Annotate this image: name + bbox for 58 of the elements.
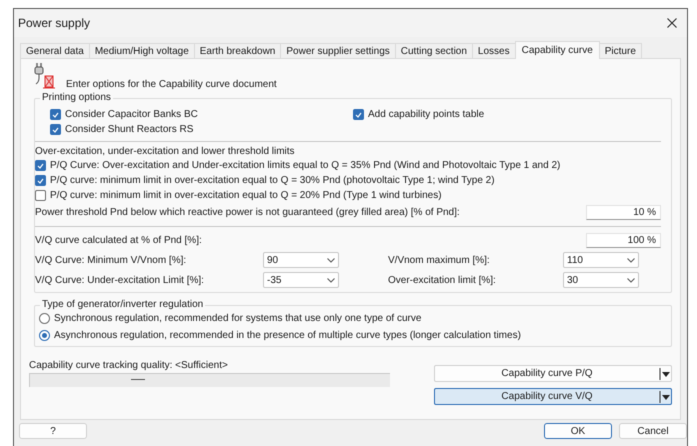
radio-button[interactable] <box>39 313 50 324</box>
checkbox[interactable] <box>353 109 364 120</box>
radio-button[interactable] <box>39 330 50 341</box>
field-label: V/Q Curve: Under-excitation Limit [%]: <box>35 274 205 286</box>
checkbox-label: Consider Shunt Reactors RS <box>65 124 194 135</box>
field-label: V/Q curve calculated at % of Pnd [%]: <box>35 235 202 246</box>
chevron-down-icon <box>327 278 335 282</box>
tab[interactable]: Cutting section <box>394 43 473 58</box>
chevron-down-icon <box>627 258 635 262</box>
field-label: Power threshold Pnd below which reactive power is not guaranteed (grey filled area) [% of Pnd]: <box>35 207 460 218</box>
tab[interactable]: Picture <box>598 43 642 58</box>
cancel-button[interactable]: Cancel <box>619 423 687 439</box>
plug-icon <box>34 62 58 90</box>
input-field[interactable]: 10 % <box>586 205 661 220</box>
tab[interactable]: Power supplier settings <box>280 43 396 58</box>
checkbox[interactable] <box>35 175 46 186</box>
header-text: Enter options for the Capability curve document <box>66 79 277 90</box>
checkbox[interactable] <box>50 124 61 135</box>
field-label: V/Vnom maximum [%]: <box>388 254 491 266</box>
group-title: Type of generator/inverter regulation <box>40 299 206 310</box>
dropdown[interactable]: -35 <box>263 272 339 288</box>
checkbox-label: Add capability points table <box>368 109 484 120</box>
check-icon <box>37 162 44 168</box>
field-label: V/Q Curve: Minimum V/Vnom [%]: <box>35 254 188 266</box>
close-icon[interactable] <box>667 18 677 28</box>
check-icon <box>355 112 362 118</box>
check-icon <box>52 112 59 118</box>
radio-label: Asynchronous regulation, recommended in the presence of multiple curve types (longer calculation times) <box>54 330 521 341</box>
help-button[interactable]: ? <box>19 423 87 439</box>
radio-label: Synchronous regulation, recommended for systems that use only one type of curve <box>54 313 422 324</box>
tab[interactable]: Capability curve <box>514 41 600 59</box>
split-button[interactable]: Capability curve V/Q <box>434 388 672 405</box>
dropdown[interactable]: 90 <box>263 252 339 268</box>
group-title: Printing options <box>40 92 113 103</box>
dropdown[interactable]: 110 <box>563 252 639 268</box>
checkbox[interactable] <box>50 109 61 120</box>
dropdown-arrow-icon[interactable] <box>659 368 671 380</box>
checkbox-label: Consider Capacitor Banks BC <box>65 109 198 120</box>
ok-button[interactable]: OK <box>544 423 612 439</box>
dropdown-arrow-icon[interactable] <box>659 390 671 402</box>
chevron-down-icon <box>327 258 335 262</box>
checkbox[interactable] <box>35 190 46 201</box>
check-icon <box>52 126 59 132</box>
dropdown[interactable]: 30 <box>563 272 639 288</box>
checkbox-label: P/Q curve: minimum limit in over-excitation equal to Q = 30% Pnd (photovoltaic Type 1; wind Type 2) <box>50 175 495 186</box>
checkbox-label: P/Q curve: minimum limit in over-excitation equal to Q = 20% Pnd (Type 1 wind turbines) <box>50 190 442 201</box>
tracking-label: Capability curve tracking quality: <Sufficient> <box>29 360 229 371</box>
check-icon <box>37 178 44 184</box>
checkbox[interactable] <box>35 160 46 171</box>
field-label: Over-excitation limit [%]: <box>388 274 497 286</box>
tab[interactable]: General data <box>20 43 90 58</box>
chevron-down-icon <box>627 278 635 282</box>
checkbox-label: P/Q Curve: Over-excitation and Under-excitation limits equal to Q = 35% Pnd (Wind and Photovoltaic Type 1 and 2) <box>50 160 560 171</box>
window-title: Power supply <box>18 16 90 30</box>
section-label: Over-excitation, under-excitation and lower threshold limits <box>35 146 296 157</box>
input-field[interactable]: 100 % <box>586 233 661 248</box>
split-button[interactable]: Capability curve P/Q <box>434 365 672 382</box>
tab[interactable]: Medium/High voltage <box>88 43 195 58</box>
